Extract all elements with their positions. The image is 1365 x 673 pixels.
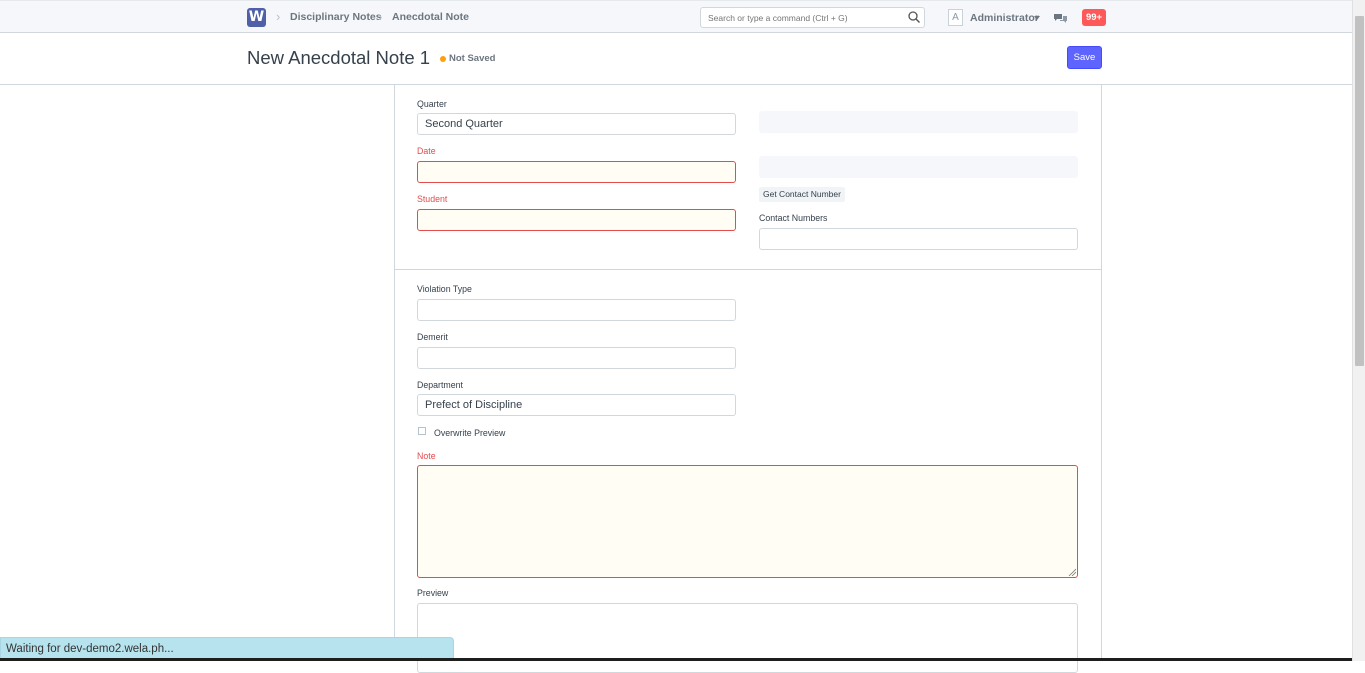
quarter-label: Quarter — [417, 99, 447, 109]
demerit-label: Demerit — [417, 332, 448, 342]
page-header: New Anecdotal Note 1 Not Saved Save — [0, 33, 1352, 85]
caret-down-icon[interactable] — [1034, 16, 1040, 20]
read-only-field — [759, 156, 1078, 178]
quarter-field[interactable]: Second Quarter — [417, 113, 736, 135]
page-scrollbar[interactable] — [1352, 0, 1365, 661]
get-contact-number-button[interactable]: Get Contact Number — [759, 187, 845, 202]
unsaved-indicator-icon — [440, 56, 446, 62]
chat-icon[interactable] — [1054, 13, 1067, 24]
note-textarea[interactable] — [417, 465, 1078, 578]
date-field[interactable] — [417, 161, 736, 183]
contact-numbers-label: Contact Numbers — [759, 213, 828, 223]
violation-type-label: Violation Type — [417, 284, 472, 294]
chevron-right-icon: › — [378, 9, 383, 24]
section-divider — [395, 269, 1101, 270]
student-label: Student — [417, 194, 448, 204]
demerit-field[interactable] — [417, 347, 736, 369]
scrollbar-thumb[interactable] — [1355, 16, 1364, 366]
department-label: Department — [417, 380, 463, 390]
navbar: W › Disciplinary Notes › Anecdotal Note … — [0, 0, 1352, 33]
page-title: New Anecdotal Note 1 — [247, 47, 431, 68]
preview-area — [417, 603, 1078, 673]
avatar[interactable]: A — [948, 9, 963, 26]
breadcrumb-disciplinary-notes[interactable]: Disciplinary Notes — [290, 11, 382, 23]
department-field[interactable]: Prefect of Discipline — [417, 394, 736, 416]
status-badge: Not Saved — [449, 53, 496, 64]
search-input[interactable] — [701, 8, 896, 28]
overwrite-preview-checkbox[interactable] — [418, 427, 426, 435]
breadcrumb-anecdotal-note[interactable]: Anecdotal Note — [392, 11, 469, 23]
form-layout: Quarter Second Quarter Date Student Get … — [394, 85, 1102, 673]
notification-badge[interactable]: 99+ — [1082, 9, 1106, 26]
save-button[interactable]: Save — [1067, 46, 1102, 69]
search-box — [700, 7, 925, 28]
user-menu[interactable]: Administrator — [970, 12, 1039, 24]
chevron-right-icon: › — [276, 9, 281, 24]
resize-handle-icon[interactable] — [1068, 568, 1076, 576]
read-only-field — [759, 111, 1078, 133]
search-icon[interactable] — [907, 10, 921, 24]
app-logo[interactable]: W — [247, 8, 266, 27]
preview-label: Preview — [417, 588, 449, 598]
violation-type-field[interactable] — [417, 299, 736, 321]
student-field[interactable] — [417, 209, 736, 231]
contact-numbers-field[interactable] — [759, 228, 1078, 250]
date-label: Date — [417, 146, 436, 156]
overwrite-preview-label: Overwrite Preview — [434, 428, 506, 438]
note-label: Note — [417, 451, 436, 461]
